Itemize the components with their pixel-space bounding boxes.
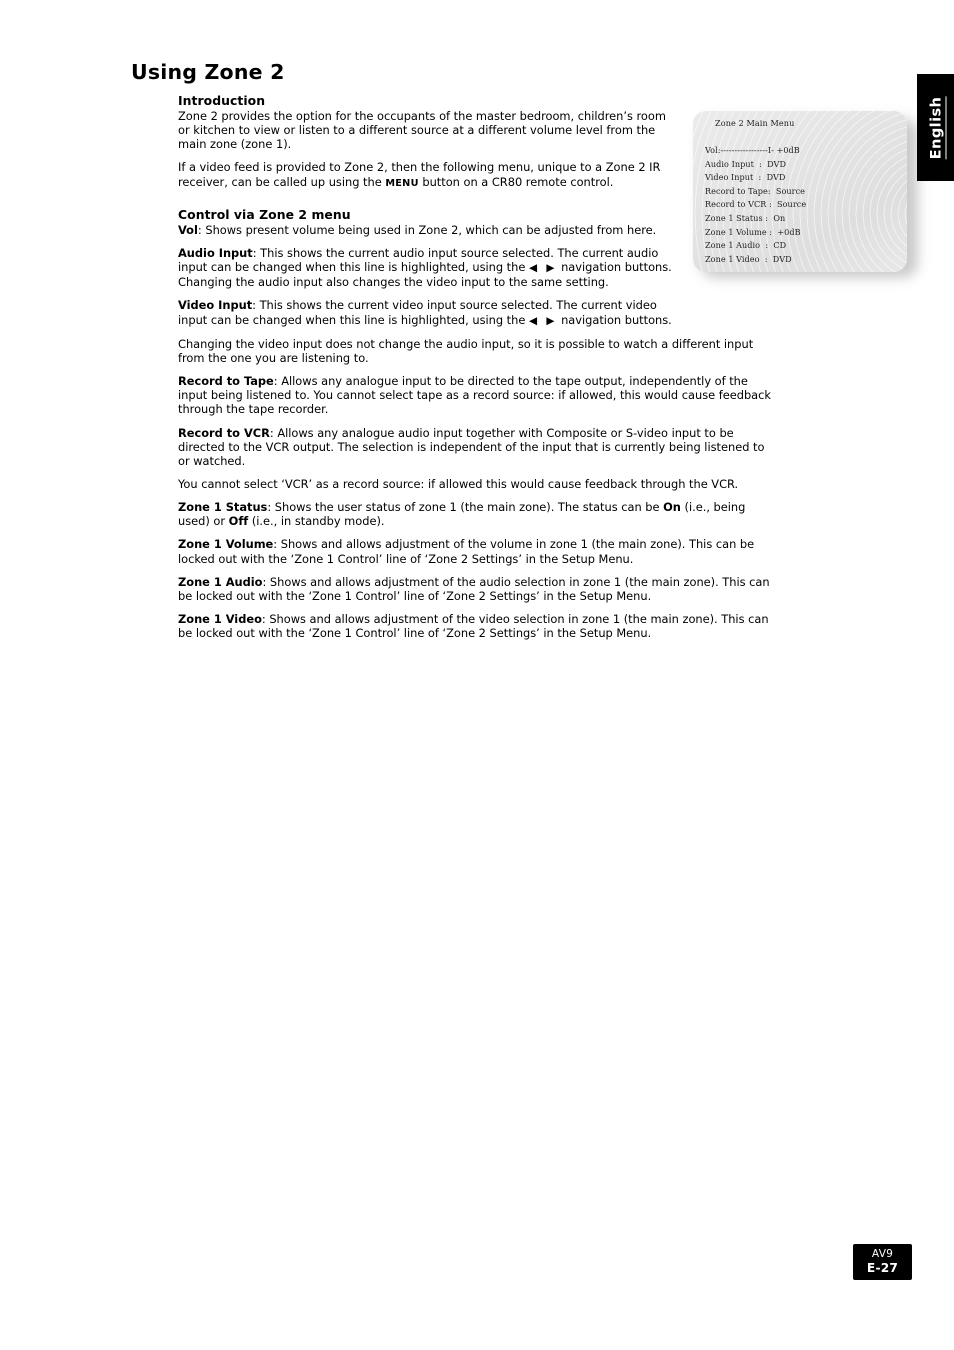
- language-tab-english: English: [917, 74, 954, 181]
- entry-vol: Vol: Shows present volume being used in …: [178, 223, 675, 237]
- entry-video-input-text-after: navigation buttons.: [557, 312, 672, 327]
- page-title: Using Zone 2: [131, 60, 285, 84]
- osd-menu-row-zone1-volume: Zone 1 Volume : +0dB: [705, 226, 801, 237]
- entry-zone1-audio-term: Zone 1 Audio: [178, 574, 263, 589]
- intro-paragraph-2: If a video feed is provided to Zone 2, t…: [178, 160, 675, 190]
- osd-menu-screenshot: Zone 2 Main Menu Vol:-----------------I-…: [693, 110, 907, 272]
- entry-video-input-term: Video Input: [178, 298, 253, 313]
- page-number-label: E-27: [866, 1261, 899, 1275]
- osd-menu-row-audio-input: Audio Input : DVD: [705, 158, 786, 169]
- osd-menu-row-record-vcr: Record to VCR : Source: [705, 199, 807, 210]
- menu-button-keyword: MENU: [385, 177, 419, 189]
- osd-menu-row-zone1-video: Zone 1 Video : DVD: [705, 253, 792, 264]
- entry-zone1-audio: Zone 1 Audio: Shows and allows adjustmen…: [178, 575, 778, 603]
- status-value-on: On: [663, 500, 681, 515]
- osd-menu-row-video-input: Video Input : DVD: [705, 172, 786, 183]
- entry-zone1-volume-term: Zone 1 Volume: [178, 537, 274, 552]
- osd-menu-row-zone1-status: Zone 1 Status : On: [705, 212, 786, 223]
- osd-menu-row-record-tape: Record to Tape: Source: [705, 185, 806, 196]
- status-value-off: Off: [228, 514, 249, 529]
- osd-menu-list: Vol:-----------------I- +0dB Audio Input…: [705, 144, 901, 266]
- entry-vol-text: : Shows present volume being used in Zon…: [197, 222, 657, 237]
- section-heading-control: Control via Zone 2 menu: [178, 206, 351, 222]
- osd-menu-row-vol: Vol:-----------------I- +0dB: [705, 145, 800, 155]
- section-heading-introduction: Introduction: [178, 93, 266, 108]
- intro-paragraph-1: Zone 2 provides the option for the occup…: [178, 109, 666, 152]
- entry-video-input: Video Input: This shows the current vide…: [178, 298, 675, 327]
- navigation-arrows-icon: ◀ ▶: [528, 314, 558, 327]
- entry-record-to-vcr: Record to VCR: Allows any analogue audio…: [178, 426, 778, 468]
- navigation-arrows-icon: ◀ ▶: [528, 262, 558, 275]
- entry-zone1-status-text-before: : Shows the user status of zone 1 (the m…: [267, 500, 664, 515]
- osd-menu-title: Zone 2 Main Menu: [715, 118, 795, 128]
- entry-zone1-video-term: Zone 1 Video: [178, 612, 262, 627]
- entry-zone1-video-text: : Shows and allows adjustment of the vid…: [178, 612, 769, 641]
- note-video-input: Changing the video input does not change…: [178, 336, 754, 365]
- entry-zone1-status-text-after: (i.e., in standby mode).: [248, 514, 385, 529]
- intro-paragraph-2-text-after: button on a CR80 remote control.: [418, 174, 614, 189]
- entry-zone1-video: Zone 1 Video: Shows and allows adjustmen…: [178, 612, 778, 640]
- entry-zone1-status: Zone 1 Status: Shows the user status of …: [178, 500, 778, 528]
- osd-menu-row-zone1-audio: Zone 1 Audio : CD: [705, 240, 787, 251]
- entry-zone1-audio-text: : Shows and allows adjustment of the aud…: [178, 574, 770, 603]
- entry-record-to-vcr-term: Record to VCR: [178, 425, 270, 440]
- entry-zone1-status-term: Zone 1 Status: [178, 500, 268, 515]
- document-body: Introduction Zone 2 provides the option …: [178, 93, 778, 649]
- entry-zone1-volume: Zone 1 Volume: Shows and allows adjustme…: [178, 537, 778, 565]
- entry-record-to-tape-term: Record to Tape: [178, 374, 274, 389]
- language-tab-label: English: [927, 96, 947, 159]
- product-model-label: AV9: [871, 1248, 894, 1260]
- entry-vol-term: Vol: [178, 222, 198, 237]
- note-record-to-vcr: You cannot select ‘VCR’ as a record sour…: [178, 476, 739, 491]
- entry-audio-input: Audio Input: This shows the current audi…: [178, 246, 675, 289]
- page-footer-badge: AV9 E-27: [853, 1244, 912, 1280]
- entry-record-to-tape: Record to Tape: Allows any analogue inpu…: [178, 374, 778, 416]
- entry-audio-input-term: Audio Input: [178, 245, 253, 260]
